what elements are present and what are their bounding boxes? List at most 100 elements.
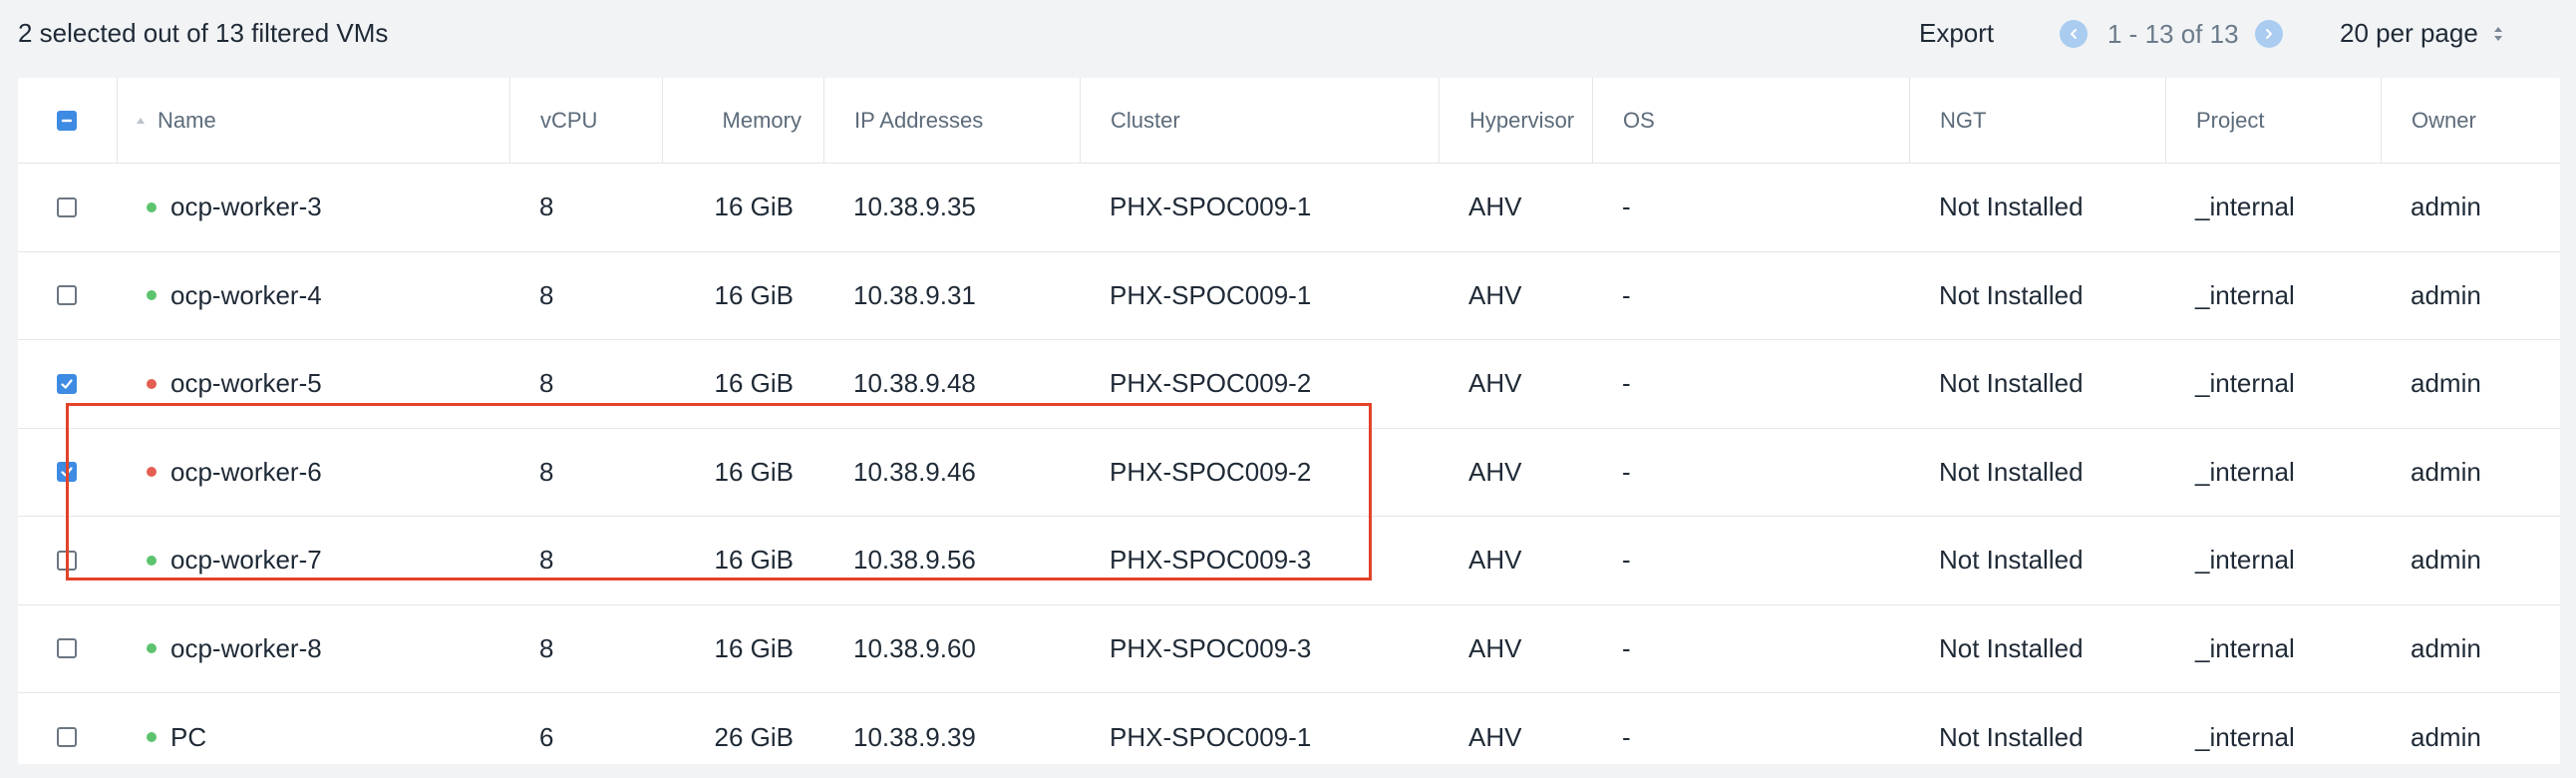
pagination-range: 1 - 13 of 13 <box>2107 18 2239 49</box>
memory-cell: 16 GiB <box>714 456 795 487</box>
column-header-cluster[interactable]: Cluster <box>1080 78 1439 163</box>
row-select-cell <box>57 340 97 428</box>
cluster-cell: PHX-SPOC009-1 <box>1110 721 1312 752</box>
row-select-cell <box>57 693 97 764</box>
row-select-cell <box>57 164 97 251</box>
next-page-button[interactable] <box>2254 20 2283 48</box>
row-checkbox[interactable] <box>57 638 77 659</box>
export-button[interactable]: Export <box>1919 18 1994 49</box>
vcpu-cell: 8 <box>539 456 554 487</box>
table-toolbar: 2 selected out of 13 filtered VMs Export… <box>0 0 2576 72</box>
owner-cell: admin <box>2411 632 2481 663</box>
cluster-cell: PHX-SPOC009-3 <box>1110 545 1312 576</box>
ngt-cell: Not Installed <box>1939 721 2084 752</box>
row-checkbox[interactable] <box>57 550 77 571</box>
owner-cell: admin <box>2411 545 2481 576</box>
column-header-ip[interactable]: IP Addresses <box>823 78 1080 163</box>
project-cell: _internal <box>2195 368 2295 399</box>
owner-cell: admin <box>2411 721 2481 752</box>
vcpu-cell: 8 <box>539 368 554 399</box>
column-header-vcpu[interactable]: vCPU <box>509 78 662 163</box>
select-all-checkbox[interactable] <box>57 110 77 131</box>
owner-cell: admin <box>2411 456 2481 487</box>
column-header-project-label: Project <box>2196 107 2265 133</box>
os-cell: - <box>1622 632 1631 663</box>
vm-name-cell: ocp-worker-8 <box>117 605 509 693</box>
row-select-cell <box>57 517 97 604</box>
row-select-cell <box>57 605 97 693</box>
project-cell: _internal <box>2195 279 2295 310</box>
table-row[interactable]: ocp-worker-3 8 16 GiB 10.38.9.35 PHX-SPO… <box>18 164 2560 252</box>
column-header-hypervisor[interactable]: Hypervisor <box>1439 78 1592 163</box>
project-cell: _internal <box>2195 632 2295 663</box>
power-status-icon <box>147 732 157 743</box>
power-status-icon <box>147 643 157 654</box>
project-cell: _internal <box>2195 456 2295 487</box>
vm-name-link[interactable]: ocp-worker-5 <box>170 368 322 399</box>
ip-address-cell: 10.38.9.35 <box>853 192 976 222</box>
ip-address-cell: 10.38.9.48 <box>853 368 976 399</box>
column-header-ngt[interactable]: NGT <box>1909 78 2165 163</box>
column-header-cluster-label: Cluster <box>1111 107 1180 133</box>
vm-name-link[interactable]: ocp-worker-7 <box>170 545 322 576</box>
column-header-project[interactable]: Project <box>2165 78 2381 163</box>
ip-address-cell: 10.38.9.46 <box>853 456 976 487</box>
project-cell: _internal <box>2195 721 2295 752</box>
memory-cell: 26 GiB <box>714 721 795 752</box>
os-cell: - <box>1622 721 1631 752</box>
hypervisor-cell: AHV <box>1468 192 1522 222</box>
hypervisor-cell: AHV <box>1468 721 1522 752</box>
table-row[interactable]: ocp-worker-6 8 16 GiB 10.38.9.46 PHX-SPO… <box>18 429 2560 517</box>
vm-name-cell: ocp-worker-7 <box>117 517 509 604</box>
ngt-cell: Not Installed <box>1939 632 2084 663</box>
select-all-cell <box>57 78 97 163</box>
vm-name-cell: ocp-worker-4 <box>117 252 509 340</box>
vm-name-link[interactable]: ocp-worker-6 <box>170 457 322 488</box>
checkmark-icon <box>61 467 73 477</box>
column-header-ngt-label: NGT <box>1940 107 1987 133</box>
table-row[interactable]: ocp-worker-8 8 16 GiB 10.38.9.60 PHX-SPO… <box>18 605 2560 693</box>
vm-table: Name vCPU Memory IP Addresses Cluster Hy… <box>18 78 2560 764</box>
vm-name-link[interactable]: PC <box>170 722 206 753</box>
cluster-cell: PHX-SPOC009-2 <box>1110 456 1312 487</box>
per-page-select[interactable]: 20 per page <box>2340 18 2504 49</box>
hypervisor-cell: AHV <box>1468 456 1522 487</box>
table-row[interactable]: ocp-worker-7 8 16 GiB 10.38.9.56 PHX-SPO… <box>18 517 2560 605</box>
cluster-cell: PHX-SPOC009-3 <box>1110 632 1312 663</box>
vm-name-link[interactable]: ocp-worker-3 <box>170 192 322 222</box>
ip-address-cell: 10.38.9.31 <box>853 279 976 310</box>
vm-name-link[interactable]: ocp-worker-4 <box>170 280 322 311</box>
row-checkbox[interactable] <box>57 727 77 748</box>
row-checkbox[interactable] <box>57 462 77 483</box>
column-header-ip-label: IP Addresses <box>854 107 984 133</box>
column-header-os[interactable]: OS <box>1592 78 1909 163</box>
os-cell: - <box>1622 456 1631 487</box>
memory-cell: 16 GiB <box>714 192 795 222</box>
vm-name-link[interactable]: ocp-worker-8 <box>170 633 322 664</box>
table-row[interactable]: PC 6 26 GiB 10.38.9.39 PHX-SPOC009-1 AHV… <box>18 693 2560 764</box>
column-header-name[interactable]: Name <box>117 78 509 163</box>
column-header-owner[interactable]: Owner <box>2381 78 2560 163</box>
sort-ascending-icon <box>137 117 145 124</box>
row-checkbox[interactable] <box>57 196 77 217</box>
vm-name-cell: ocp-worker-3 <box>117 164 509 251</box>
hypervisor-cell: AHV <box>1468 545 1522 576</box>
owner-cell: admin <box>2411 368 2481 399</box>
memory-cell: 16 GiB <box>714 279 795 310</box>
row-select-cell <box>57 252 97 340</box>
row-checkbox[interactable] <box>57 285 77 306</box>
column-header-memory[interactable]: Memory <box>662 78 823 163</box>
chevron-right-icon <box>2265 29 2272 39</box>
os-cell: - <box>1622 368 1631 399</box>
vm-name-cell: ocp-worker-6 <box>117 429 509 517</box>
table-row[interactable]: ocp-worker-5 8 16 GiB 10.38.9.48 PHX-SPO… <box>18 340 2560 429</box>
chevron-left-icon <box>2071 29 2077 39</box>
previous-page-button[interactable] <box>2060 20 2088 48</box>
power-status-icon <box>147 467 157 478</box>
vm-name-cell: ocp-worker-5 <box>117 340 509 428</box>
memory-cell: 16 GiB <box>714 545 795 576</box>
table-row[interactable]: ocp-worker-4 8 16 GiB 10.38.9.31 PHX-SPO… <box>18 252 2560 340</box>
selection-summary: 2 selected out of 13 filtered VMs <box>18 18 389 48</box>
ngt-cell: Not Installed <box>1939 456 2084 487</box>
row-checkbox[interactable] <box>57 373 77 394</box>
